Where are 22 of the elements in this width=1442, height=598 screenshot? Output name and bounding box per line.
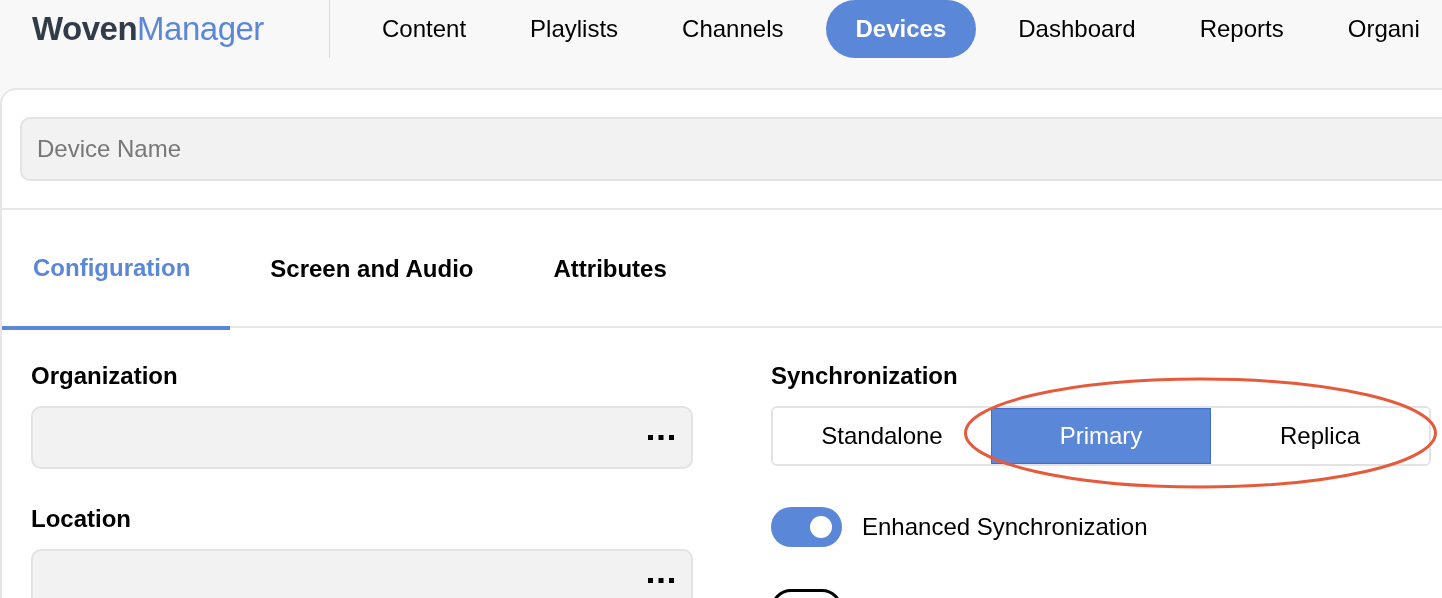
tab[interactable]: Screen and Audio	[230, 210, 514, 328]
picker-field[interactable]	[31, 549, 693, 598]
field-label: Organization	[31, 361, 179, 391]
picker-field[interactable]	[31, 406, 693, 469]
nav-item[interactable]: Dashboard	[996, 0, 1158, 58]
nav-item[interactable]: Devices	[825, 0, 977, 58]
toggle-label: Enhanced Synchronization	[862, 512, 1148, 542]
nav-item[interactable]: Reports	[1177, 0, 1306, 58]
more-icon	[648, 577, 674, 584]
toggle-switch[interactable]	[771, 507, 842, 547]
nav-item[interactable]: Playlists	[508, 0, 641, 58]
tab[interactable]: Attributes	[513, 210, 707, 328]
nav-item[interactable]: Channels	[660, 0, 806, 58]
logo: WovenManager	[32, 9, 264, 50]
nav-item[interactable]: Content	[360, 0, 489, 58]
nav-item[interactable]: Organi	[1325, 0, 1442, 58]
field-label: Synchronization	[771, 361, 959, 391]
tab[interactable]: Configuration	[2, 210, 231, 330]
segment-option[interactable]: Primary	[991, 408, 1211, 464]
more-icon	[648, 434, 674, 441]
device-name-field[interactable]: Device Name	[20, 117, 1442, 181]
field-label: Location	[31, 504, 132, 534]
